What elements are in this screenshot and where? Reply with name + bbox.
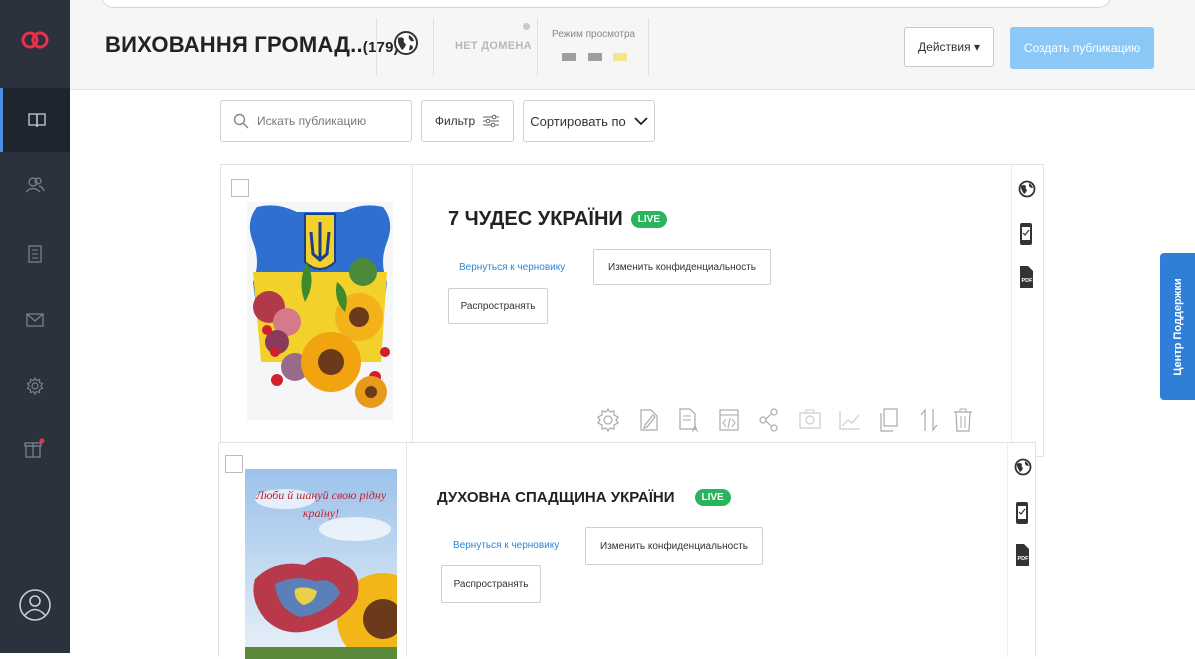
domain-status-dot (523, 23, 530, 30)
list-icon (28, 245, 42, 263)
logo-icon (21, 31, 49, 49)
revert-to-draft-link[interactable]: Вернуться к черновику (459, 262, 565, 273)
publication-card: Люби й шануй свою рідну країну! ДУХОВНА … (218, 442, 1037, 659)
sidebar (0, 0, 70, 653)
sidebar-item-profile[interactable] (0, 575, 70, 635)
domain-globe-button[interactable] (393, 30, 419, 61)
create-publication-button[interactable]: Создать публикацию (1010, 27, 1154, 69)
publication-action-toolbar: A (596, 407, 996, 437)
chevron-down-icon (634, 117, 648, 126)
publication-title-text: ДУХОВНА СПАДЩИНА УКРАЇНИ (437, 489, 675, 506)
svg-text:PDF: PDF (1022, 278, 1034, 284)
publication-checkbox[interactable] (225, 455, 243, 473)
sidebar-item-publications[interactable] (0, 88, 70, 152)
publication-title[interactable]: ДУХОВНА СПАДЩИНА УКРАЇНИ LIVE (437, 489, 731, 506)
support-center-tab[interactable]: Центр Поддержки (1160, 253, 1195, 400)
revert-to-draft-link[interactable]: Вернуться к черновику (453, 540, 559, 551)
profile-icon (19, 589, 51, 621)
publication-side-actions: PDF (1011, 165, 1041, 456)
filter-button[interactable]: Фильтр (421, 100, 514, 142)
publication-title[interactable]: 7 ЧУДЕС УКРАЇНИ LIVE (448, 208, 667, 231)
publication-cover-image[interactable]: Люби й шануй свою рідну країну! (245, 469, 397, 659)
publication-title-text: 7 ЧУДЕС УКРАЇНИ (448, 208, 623, 230)
search-icon (233, 113, 249, 129)
view-mode-swatch[interactable] (613, 53, 627, 61)
view-mode-label: Режим просмотра (552, 29, 636, 40)
globe-icon[interactable] (1014, 458, 1032, 476)
statistics-icon[interactable] (838, 407, 862, 433)
gear-icon (26, 377, 44, 395)
logo[interactable] (0, 10, 70, 70)
change-privacy-button[interactable]: Изменить конфиденциальность (593, 249, 771, 285)
svg-text:PDF: PDF (1018, 556, 1030, 562)
gift-icon (24, 438, 45, 458)
domain-status: НЕТ ДОМЕНА (455, 40, 532, 52)
live-badge: LIVE (694, 489, 731, 506)
share-icon[interactable] (758, 407, 780, 433)
sidebar-item-list[interactable] (0, 224, 70, 284)
browser-address-bar (100, 0, 1112, 8)
sidebar-item-people[interactable] (0, 155, 70, 215)
text-edit-icon[interactable]: A (678, 407, 702, 433)
sliders-icon (483, 114, 500, 128)
search-input[interactable]: Искать публикацию (220, 100, 412, 142)
publication-side-actions: PDF (1007, 443, 1037, 657)
divider (648, 18, 649, 76)
publication-checkbox[interactable] (231, 179, 249, 197)
change-privacy-button[interactable]: Изменить конфиденциальность (585, 527, 763, 565)
book-icon (27, 113, 46, 128)
divider (376, 18, 377, 76)
mobile-icon[interactable] (1014, 501, 1030, 525)
sidebar-item-mail[interactable] (0, 290, 70, 350)
trash-icon[interactable] (952, 407, 974, 433)
cover-caption: країну! (303, 506, 339, 520)
mobile-icon[interactable] (1018, 222, 1034, 246)
people-icon (25, 177, 45, 193)
page-title: ВИХОВАННЯ ГРОМАД..(179) (105, 32, 399, 58)
mail-icon (26, 313, 44, 327)
search-placeholder: Искать публикацию (257, 114, 367, 128)
share-button[interactable]: Распространять (448, 288, 548, 324)
actions-dropdown-button[interactable]: Действия ▾ (904, 27, 994, 67)
filter-label: Фильтр (434, 114, 476, 128)
globe-icon (394, 31, 418, 55)
sort-label: Сортировать по (530, 113, 626, 129)
sidebar-item-settings[interactable] (0, 356, 70, 416)
duplicate-icon[interactable] (878, 407, 900, 433)
pdf-icon[interactable]: PDF (1018, 265, 1034, 289)
publication-thumbnail-column: Люби й шануй свою рідну країну! (219, 443, 407, 659)
globe-icon[interactable] (1018, 180, 1036, 198)
edit-icon[interactable] (638, 407, 660, 433)
sort-dropdown[interactable]: Сортировать по (523, 100, 655, 142)
sidebar-item-gift[interactable] (0, 418, 70, 478)
view-mode-swatch[interactable] (562, 53, 576, 61)
view-mode-swatch[interactable] (588, 53, 602, 61)
publication-thumbnail-column (221, 165, 413, 456)
share-button[interactable]: Распространять (441, 565, 541, 603)
support-center-label: Центр Поддержки (1171, 277, 1184, 376)
settings-icon[interactable] (596, 407, 620, 433)
camera-icon[interactable] (798, 407, 822, 433)
pdf-icon[interactable]: PDF (1014, 543, 1030, 567)
publication-cover-image[interactable] (247, 202, 393, 420)
reorder-icon[interactable] (918, 407, 940, 433)
publication-card: 7 ЧУДЕС УКРАЇНИ LIVE Вернуться к чернови… (220, 164, 1044, 457)
cover-caption: Люби й шануй свою рідну (255, 488, 387, 502)
svg-text:A: A (692, 424, 698, 433)
divider (433, 18, 434, 76)
embed-code-icon[interactable] (718, 407, 740, 433)
page-title-text: ВИХОВАННЯ ГРОМАД.. (105, 32, 363, 57)
divider (537, 18, 538, 76)
live-badge: LIVE (630, 211, 667, 228)
